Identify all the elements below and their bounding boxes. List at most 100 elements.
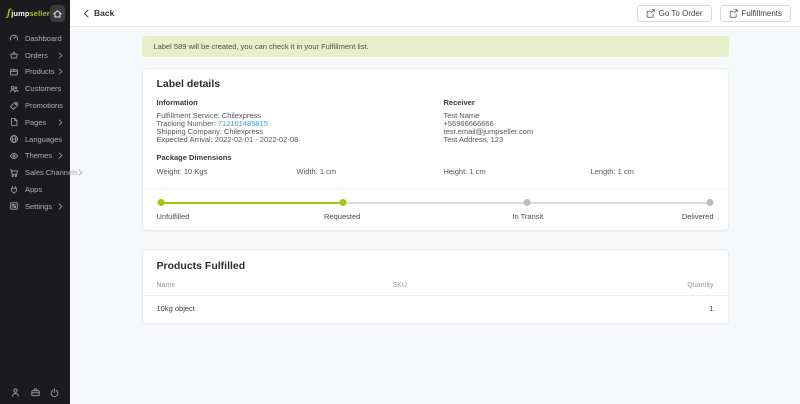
main-area: Back Go To Order Fulfillments Label 589 … [70,0,800,404]
themes-icon [9,151,19,161]
products-fulfilled-card: Products Fulfilled Name SKU Quantity [142,249,729,324]
label-details-title: Label details [157,78,714,90]
product-name-cell: 10kg object [143,296,393,324]
sales-channels-icon [9,168,19,178]
receiver-address: Test Address, 123 [444,136,714,144]
sidebar-item-languages[interactable]: Languages [0,131,70,148]
jumpseller-logo-icon: ʃ [7,9,10,19]
sidebar-item-dashboard[interactable]: Dashboard [0,30,70,47]
chevron-right-icon [78,169,83,176]
chevron-right-icon [58,119,63,126]
column-quantity: Quantity [608,279,728,296]
stepper-track [161,199,710,206]
step-dot-in-transit [523,199,530,206]
languages-icon [9,134,19,144]
customers-icon [9,84,19,94]
product-quantity-cell: 1 [608,296,728,324]
sidebar-item-label: Promotions [25,101,63,110]
chevron-right-icon [58,152,63,159]
sidebar: ʃ jumpseller Dashboard Orders Products [0,0,70,404]
stepper-labels: Unfulfilled Requested In Transit Deliver… [157,212,714,221]
width-value: Width: 1 cm [297,167,444,176]
sidebar-item-label: Settings [25,202,52,211]
chevron-right-icon [58,68,63,75]
fulfillments-label: Fulfillments [742,9,782,18]
weight-value: Weight: 10 Kgs [157,167,297,176]
expected-arrival-line: Expected Arrival:2022-02-01 - 2022-02-08 [157,136,444,144]
sidebar-footer [0,387,70,398]
sidebar-item-orders[interactable]: Orders [0,47,70,64]
home-button[interactable] [50,5,65,22]
receiver-heading: Receiver [444,98,714,107]
information-heading: Information [157,98,444,107]
orders-icon [9,50,19,60]
information-section: Information Fulfillment Service:Chilexpr… [157,98,444,144]
stepper-progress [161,202,344,204]
go-to-order-label: Go To Order [659,9,703,18]
line-value: 2022-02-01 - 2022-02-08 [215,135,298,144]
table-row: 10kg object 1 [143,296,728,324]
products-fulfilled-title: Products Fulfilled [143,250,728,272]
topbar: Back Go To Order Fulfillments [70,0,800,27]
column-name: Name [143,279,393,296]
sidebar-item-label: Products [25,67,55,76]
step-label-delivered: Delivered [682,212,714,221]
sidebar-item-apps[interactable]: Apps [0,181,70,198]
step-dot-requested [340,199,347,206]
column-sku: SKU [393,279,608,296]
products-table: Name SKU Quantity 10kg object 1 [143,279,728,323]
sidebar-item-sales-channels[interactable]: Sales Channels [0,164,70,181]
sidebar-header: ʃ jumpseller [0,0,70,27]
home-icon [52,8,63,19]
jumpseller-logo[interactable]: jumpseller [11,9,50,18]
sidebar-item-label: Themes [25,151,52,160]
line-label: Expected Arrival: [157,135,213,144]
chevron-right-icon [58,203,63,210]
sidebar-item-customers[interactable]: Customers [0,80,70,97]
fulfillment-stepper: Unfulfilled Requested In Transit Deliver… [143,189,728,230]
step-dot-delivered [706,199,713,206]
sidebar-item-settings[interactable]: Settings [0,198,70,215]
app-window: ʃ jumpseller Dashboard Orders Products [0,0,800,404]
package-dimensions-row: Weight: 10 Kgs Width: 1 cm Height: 1 cm … [157,167,714,188]
dashboard-icon [9,33,19,43]
store-icon[interactable] [30,387,41,398]
back-button[interactable]: Back [83,8,114,18]
sidebar-item-products[interactable]: Products [0,64,70,81]
external-link-icon [646,9,655,18]
receiver-section: Receiver Test Name +56966666666 test.ema… [444,98,714,144]
sidebar-item-label: Customers [25,84,61,93]
label-details-card: Label details Information Fulfillment Se… [142,68,729,231]
height-value: Height: 1 cm [444,167,591,176]
products-table-header: Name SKU Quantity [143,279,728,296]
apps-icon [9,185,19,195]
promotions-icon [9,101,19,111]
settings-icon [9,201,19,211]
chevron-right-icon [58,52,63,59]
sidebar-item-label: Orders [25,51,48,60]
fulfillments-button[interactable]: Fulfillments [720,5,791,22]
success-alert: Label 589 will be created, you can check… [142,36,729,57]
pages-icon [9,117,19,127]
sidebar-item-label: Dashboard [25,34,62,43]
sidebar-item-pages[interactable]: Pages [0,114,70,131]
sidebar-item-label: Pages [25,118,46,127]
sidebar-nav: Dashboard Orders Products Customers Prom… [0,30,70,215]
content: Label 589 will be created, you can check… [70,27,800,404]
external-link-icon [729,9,738,18]
package-dimensions-heading: Package Dimensions [157,153,714,162]
step-label-requested: Requested [324,212,360,221]
product-sku-cell [393,296,608,324]
sidebar-item-label: Languages [25,135,62,144]
length-value: Length: 1 cm [591,167,714,176]
sidebar-item-label: Sales Channels [25,168,78,177]
power-icon[interactable] [49,387,60,398]
account-icon[interactable] [10,387,21,398]
sidebar-item-label: Apps [25,185,42,194]
step-dot-unfulfilled [157,199,164,206]
step-label-in-transit: In Transit [512,212,543,221]
sidebar-item-themes[interactable]: Themes [0,148,70,165]
sidebar-item-promotions[interactable]: Promotions [0,97,70,114]
back-label: Back [94,8,114,18]
go-to-order-button[interactable]: Go To Order [637,5,712,22]
